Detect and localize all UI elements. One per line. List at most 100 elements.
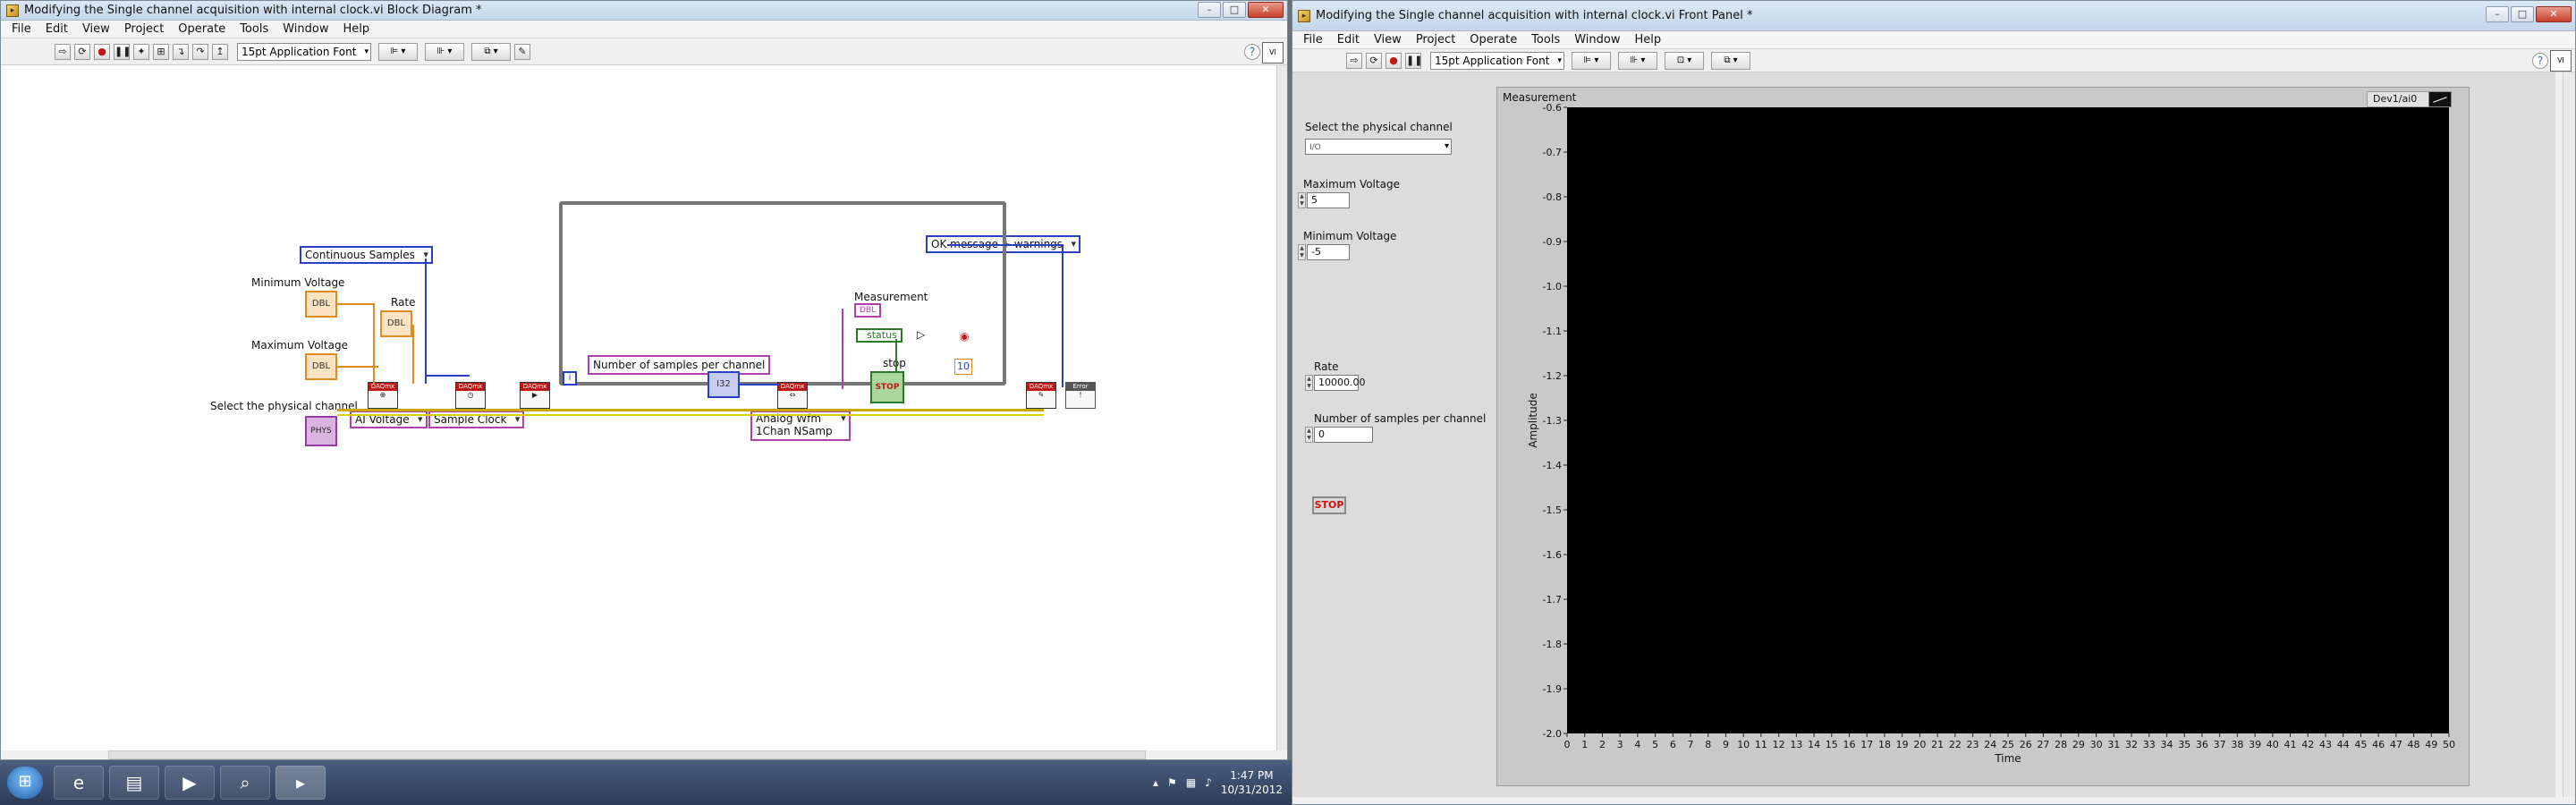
start-button[interactable]: ⊞ bbox=[7, 767, 43, 799]
context-help-icon[interactable]: ? bbox=[2532, 53, 2548, 69]
volume-icon[interactable]: ♪ bbox=[1205, 776, 1212, 789]
menu-tools[interactable]: Tools bbox=[233, 22, 275, 36]
search-tool-icon[interactable]: ⌕ bbox=[220, 766, 270, 800]
step-into-icon[interactable]: ↴ bbox=[173, 43, 189, 60]
pause-icon[interactable]: ❚❚ bbox=[114, 43, 131, 60]
pause-icon[interactable]: ❚❚ bbox=[1405, 52, 1422, 69]
distribute-objects-icon[interactable]: ⊪ ▾ bbox=[425, 42, 464, 61]
front-panel-titlebar[interactable]: ▸ Modifying the Single channel acquisiti… bbox=[1292, 1, 2575, 31]
samples-per-channel-terminal[interactable]: I32 bbox=[708, 371, 740, 398]
stop-condition-icon[interactable]: ◉ bbox=[960, 330, 969, 343]
menu-edit[interactable]: Edit bbox=[38, 22, 75, 36]
font-selector[interactable]: 15pt Application Font ▾ bbox=[1430, 51, 1564, 70]
front-panel-canvas[interactable]: Select the physical channel I/O ▾ Maximu… bbox=[1292, 72, 2555, 797]
font-selector[interactable]: 15pt Application Font ▾ bbox=[237, 42, 371, 61]
vertical-scrollbar[interactable] bbox=[2563, 72, 2575, 797]
x-tick-label: 35 bbox=[2178, 739, 2190, 750]
measurement-terminal[interactable]: DBL bbox=[854, 303, 881, 318]
min-voltage-input[interactable]: -5 bbox=[1307, 244, 1350, 260]
samples-per-channel-input[interactable]: 0 bbox=[1314, 427, 1373, 443]
block-diagram-titlebar[interactable]: ▸ Modifying the Single channel acquisiti… bbox=[1, 1, 1287, 21]
menu-edit[interactable]: Edit bbox=[1330, 33, 1367, 47]
reorder-icon[interactable]: ⧉ ▾ bbox=[471, 42, 511, 61]
x-tick-label: 31 bbox=[2107, 739, 2120, 750]
retain-wire-values-icon[interactable]: ⊞ bbox=[153, 43, 169, 60]
distribute-objects-icon[interactable]: ⊪ ▾ bbox=[1618, 51, 1657, 70]
resize-objects-icon[interactable]: ⊡ ▾ bbox=[1665, 51, 1704, 70]
daqmx-read-vi[interactable]: DAQmx ⇔ bbox=[777, 382, 808, 409]
menu-view[interactable]: View bbox=[1367, 33, 1409, 47]
system-clock[interactable]: 1:47 PM 10/31/2012 bbox=[1221, 768, 1283, 797]
menu-file[interactable]: File bbox=[1296, 33, 1330, 47]
menu-window[interactable]: Window bbox=[275, 22, 335, 36]
max-voltage-input[interactable]: 5 bbox=[1307, 192, 1350, 208]
min-voltage-terminal[interactable]: DBL bbox=[305, 291, 337, 318]
run-arrow-icon[interactable]: ⇨ bbox=[1346, 52, 1362, 69]
highlight-execution-icon[interactable]: ✦ bbox=[133, 43, 149, 60]
menu-help[interactable]: Help bbox=[1627, 33, 1668, 47]
menu-view[interactable]: View bbox=[75, 22, 117, 36]
or-function-icon[interactable]: ▷ bbox=[917, 328, 925, 341]
dropdown-arrow-icon[interactable]: ▾ bbox=[1445, 140, 1449, 154]
menu-file[interactable]: File bbox=[4, 22, 38, 36]
plot-area[interactable] bbox=[1567, 107, 2449, 733]
menu-project[interactable]: Project bbox=[1409, 33, 1462, 47]
ai-voltage-constant[interactable]: AI Voltage bbox=[350, 411, 428, 428]
align-objects-icon[interactable]: ⊫ ▾ bbox=[1572, 51, 1611, 70]
stop-terminal[interactable]: STOP bbox=[870, 371, 904, 403]
run-arrow-icon[interactable]: ⇨ bbox=[55, 43, 71, 60]
horizontal-scrollbar[interactable] bbox=[108, 750, 1146, 759]
samples-per-channel-increment[interactable]: ▲ ▼ bbox=[1305, 427, 1313, 443]
continuous-samples-constant[interactable]: Continuous Samples bbox=[300, 246, 433, 264]
max-voltage-terminal[interactable]: DBL bbox=[305, 353, 337, 380]
rate-terminal[interactable]: DBL bbox=[380, 310, 412, 337]
run-continuously-icon[interactable]: ⟳ bbox=[74, 43, 90, 60]
minimize-button[interactable]: – bbox=[1198, 2, 1221, 18]
align-objects-icon[interactable]: ⊫ ▾ bbox=[378, 42, 418, 61]
flag-icon[interactable]: ⚑ bbox=[1167, 776, 1177, 789]
daqmx-timing-vi[interactable]: DAQmx ◷ bbox=[455, 382, 486, 409]
stop-button[interactable]: STOP bbox=[1312, 496, 1346, 514]
internet-explorer-icon[interactable]: e bbox=[54, 766, 104, 800]
menu-operate[interactable]: Operate bbox=[171, 22, 233, 36]
menu-operate[interactable]: Operate bbox=[1462, 33, 1524, 47]
step-over-icon[interactable]: ↷ bbox=[192, 43, 208, 60]
vi-connector-icon[interactable]: VI bbox=[1262, 42, 1284, 64]
abort-icon[interactable]: ● bbox=[1385, 52, 1402, 69]
close-button[interactable]: ✕ bbox=[2536, 6, 2572, 22]
minimize-button[interactable]: – bbox=[2486, 6, 2509, 22]
maximize-button[interactable]: □ bbox=[2511, 6, 2534, 22]
rate-increment[interactable]: ▲ ▼ bbox=[1305, 375, 1313, 391]
daqmx-create-channel-vi[interactable]: DAQmx ⊕ bbox=[368, 382, 398, 409]
physical-channel-terminal[interactable]: PHYS bbox=[305, 416, 337, 446]
step-out-icon[interactable]: ↥ bbox=[212, 43, 228, 60]
reorder-icon[interactable]: ⧉ ▾ bbox=[1711, 51, 1750, 70]
maximize-button[interactable]: □ bbox=[1223, 2, 1246, 18]
rate-input[interactable]: 10000.00 bbox=[1314, 375, 1366, 391]
min-voltage-increment[interactable]: ▲ ▼ bbox=[1298, 244, 1306, 260]
sample-clock-constant[interactable]: Sample Clock bbox=[428, 411, 525, 428]
menu-tools[interactable]: Tools bbox=[1524, 33, 1567, 47]
menu-help[interactable]: Help bbox=[335, 22, 377, 36]
max-voltage-increment[interactable]: ▲ ▼ bbox=[1298, 192, 1306, 208]
daqmx-start-task-vi[interactable]: DAQmx ▶ bbox=[520, 382, 550, 409]
simple-error-handler-vi[interactable]: Error! bbox=[1065, 382, 1096, 409]
context-help-icon[interactable]: ? bbox=[1244, 44, 1260, 60]
labview-taskbar-icon[interactable]: ▸ bbox=[275, 766, 326, 800]
loop-constant[interactable]: 10 bbox=[954, 359, 972, 375]
menu-project[interactable]: Project bbox=[117, 22, 171, 36]
run-continuously-icon[interactable]: ⟳ bbox=[1366, 52, 1382, 69]
show-hidden-icons-icon[interactable]: ▴ bbox=[1153, 776, 1158, 789]
file-explorer-icon[interactable]: ▤ bbox=[109, 766, 159, 800]
menu-window[interactable]: Window bbox=[1567, 33, 1627, 47]
network-icon[interactable]: ▦ bbox=[1186, 776, 1196, 789]
abort-icon[interactable]: ● bbox=[94, 43, 110, 60]
measurement-graph[interactable]: Measurement Dev1/ai0 -0.6 -0.7 -0.8 -0.9 -1.… bbox=[1496, 87, 2470, 786]
daqmx-clear-task-vi[interactable]: DAQmx ✎ bbox=[1026, 382, 1056, 409]
physical-channel-control[interactable]: I/O ▾ bbox=[1305, 139, 1452, 155]
vertical-scrollbar[interactable] bbox=[1276, 65, 1287, 750]
media-player-icon[interactable]: ▶ bbox=[165, 766, 215, 800]
clean-up-diagram-icon[interactable]: ✎ bbox=[514, 43, 530, 60]
vi-connector-icon[interactable]: VI bbox=[2550, 50, 2572, 72]
close-button[interactable]: ✕ bbox=[1248, 2, 1284, 18]
